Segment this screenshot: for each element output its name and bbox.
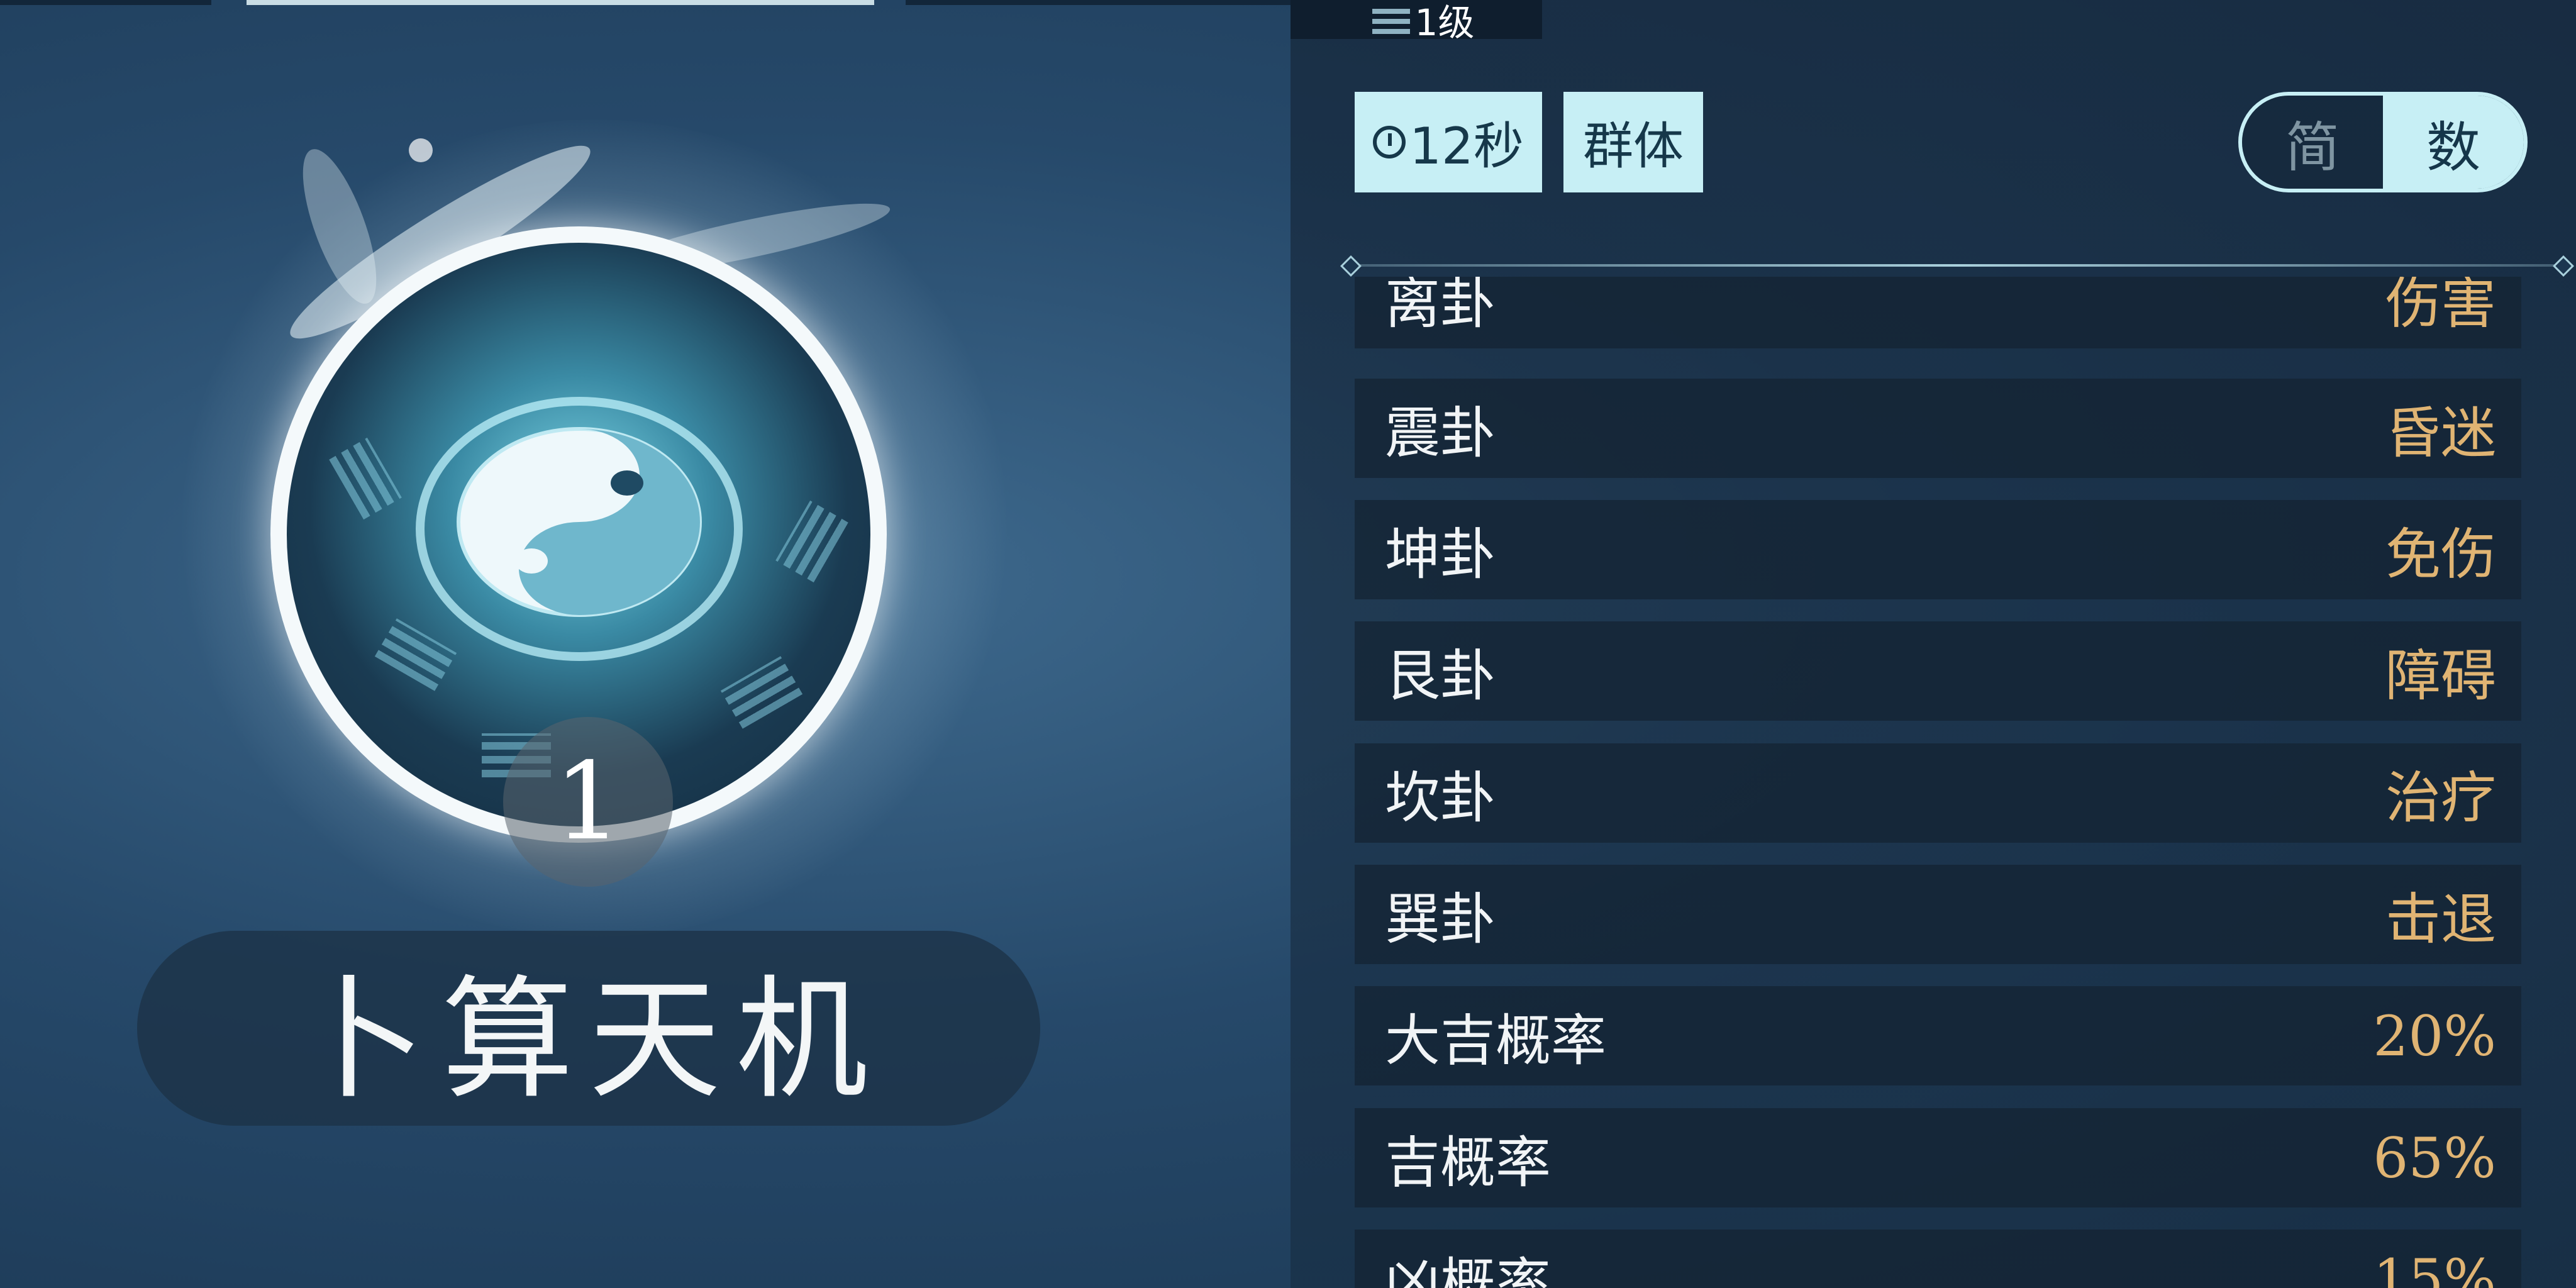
description-mode-toggle[interactable]: 简 数: [2238, 92, 2528, 192]
row-label: 艮卦: [1385, 643, 1496, 708]
attribute-list[interactable]: 离卦 伤害 震卦 昏迷 坤卦 免伤 艮卦 障碍 坎卦 治疗 巽卦 击退 大吉概率…: [1355, 277, 2521, 1288]
target-type-tag: 群体: [1563, 92, 1703, 192]
toggle-option-numeric[interactable]: 数: [2383, 96, 2524, 189]
list-item: 震卦 昏迷: [1355, 379, 2521, 478]
level-bars-icon: [1372, 5, 1410, 34]
row-value: 20%: [2373, 1003, 2496, 1069]
sparkle-decoration: [409, 138, 433, 162]
target-type-value: 群体: [1583, 117, 1684, 175]
cooldown-value: 12秒: [1409, 117, 1524, 175]
level-tab-label: 1级: [1414, 1, 1475, 44]
row-value: 伤害: [2385, 277, 2496, 336]
row-value: 击退: [2385, 886, 2496, 952]
toggle-simple-label: 简: [2285, 116, 2340, 179]
row-value: 障碍: [2385, 643, 2496, 708]
list-item: 离卦 伤害: [1355, 277, 2521, 348]
row-value: 治疗: [2385, 765, 2496, 830]
list-item: 吉概率 65%: [1355, 1108, 2521, 1208]
row-label: 坎卦: [1385, 765, 1496, 830]
top-tab-center[interactable]: [247, 0, 874, 5]
row-value: 15%: [2373, 1246, 2496, 1288]
yin-yang-icon: [457, 427, 702, 617]
trigram-icon: [775, 500, 848, 583]
top-tab-right[interactable]: [906, 0, 1296, 5]
skill-level-badge: 1: [503, 717, 673, 887]
row-label: 凶概率: [1385, 1251, 1552, 1288]
section-divider: [1347, 264, 2567, 267]
list-item: 大吉概率 20%: [1355, 986, 2521, 1085]
row-value: 昏迷: [2385, 400, 2496, 465]
list-item: 凶概率 15%: [1355, 1230, 2521, 1288]
list-item: 艮卦 障碍: [1355, 621, 2521, 721]
row-label: 吉概率: [1385, 1130, 1552, 1195]
top-tab-left[interactable]: [0, 0, 211, 5]
level-tab[interactable]: 1级: [1291, 0, 1542, 44]
cooldown-tag: 12秒: [1355, 92, 1542, 192]
row-label: 巽卦: [1385, 886, 1496, 952]
toggle-numeric-label: 数: [2426, 116, 2480, 179]
row-value: 65%: [2373, 1125, 2496, 1191]
skill-name-plate: 卜算天机: [137, 931, 1040, 1126]
list-item: 巽卦 击退: [1355, 865, 2521, 964]
row-label: 坤卦: [1385, 521, 1496, 587]
row-value: 免伤: [2385, 521, 2496, 587]
list-item: 坤卦 免伤: [1355, 500, 2521, 599]
trigram-icon: [374, 618, 457, 691]
trigram-icon: [720, 656, 803, 729]
list-item: 坎卦 治疗: [1355, 743, 2521, 843]
row-label: 震卦: [1385, 400, 1496, 465]
skill-level-number: 1: [553, 740, 623, 864]
skill-detail-panel: 1级 12秒 群体 简 数 离卦 伤害 震卦 昏迷 坤卦 免伤 艮卦 障碍 坎卦…: [1291, 0, 2576, 1288]
trigram-icon: [329, 437, 402, 520]
clock-icon: [1373, 126, 1406, 158]
skill-name: 卜算天机: [294, 963, 883, 1117]
row-label: 离卦: [1385, 277, 1496, 336]
row-label: 大吉概率: [1385, 1008, 1607, 1073]
toggle-option-simple[interactable]: 简: [2242, 96, 2383, 189]
